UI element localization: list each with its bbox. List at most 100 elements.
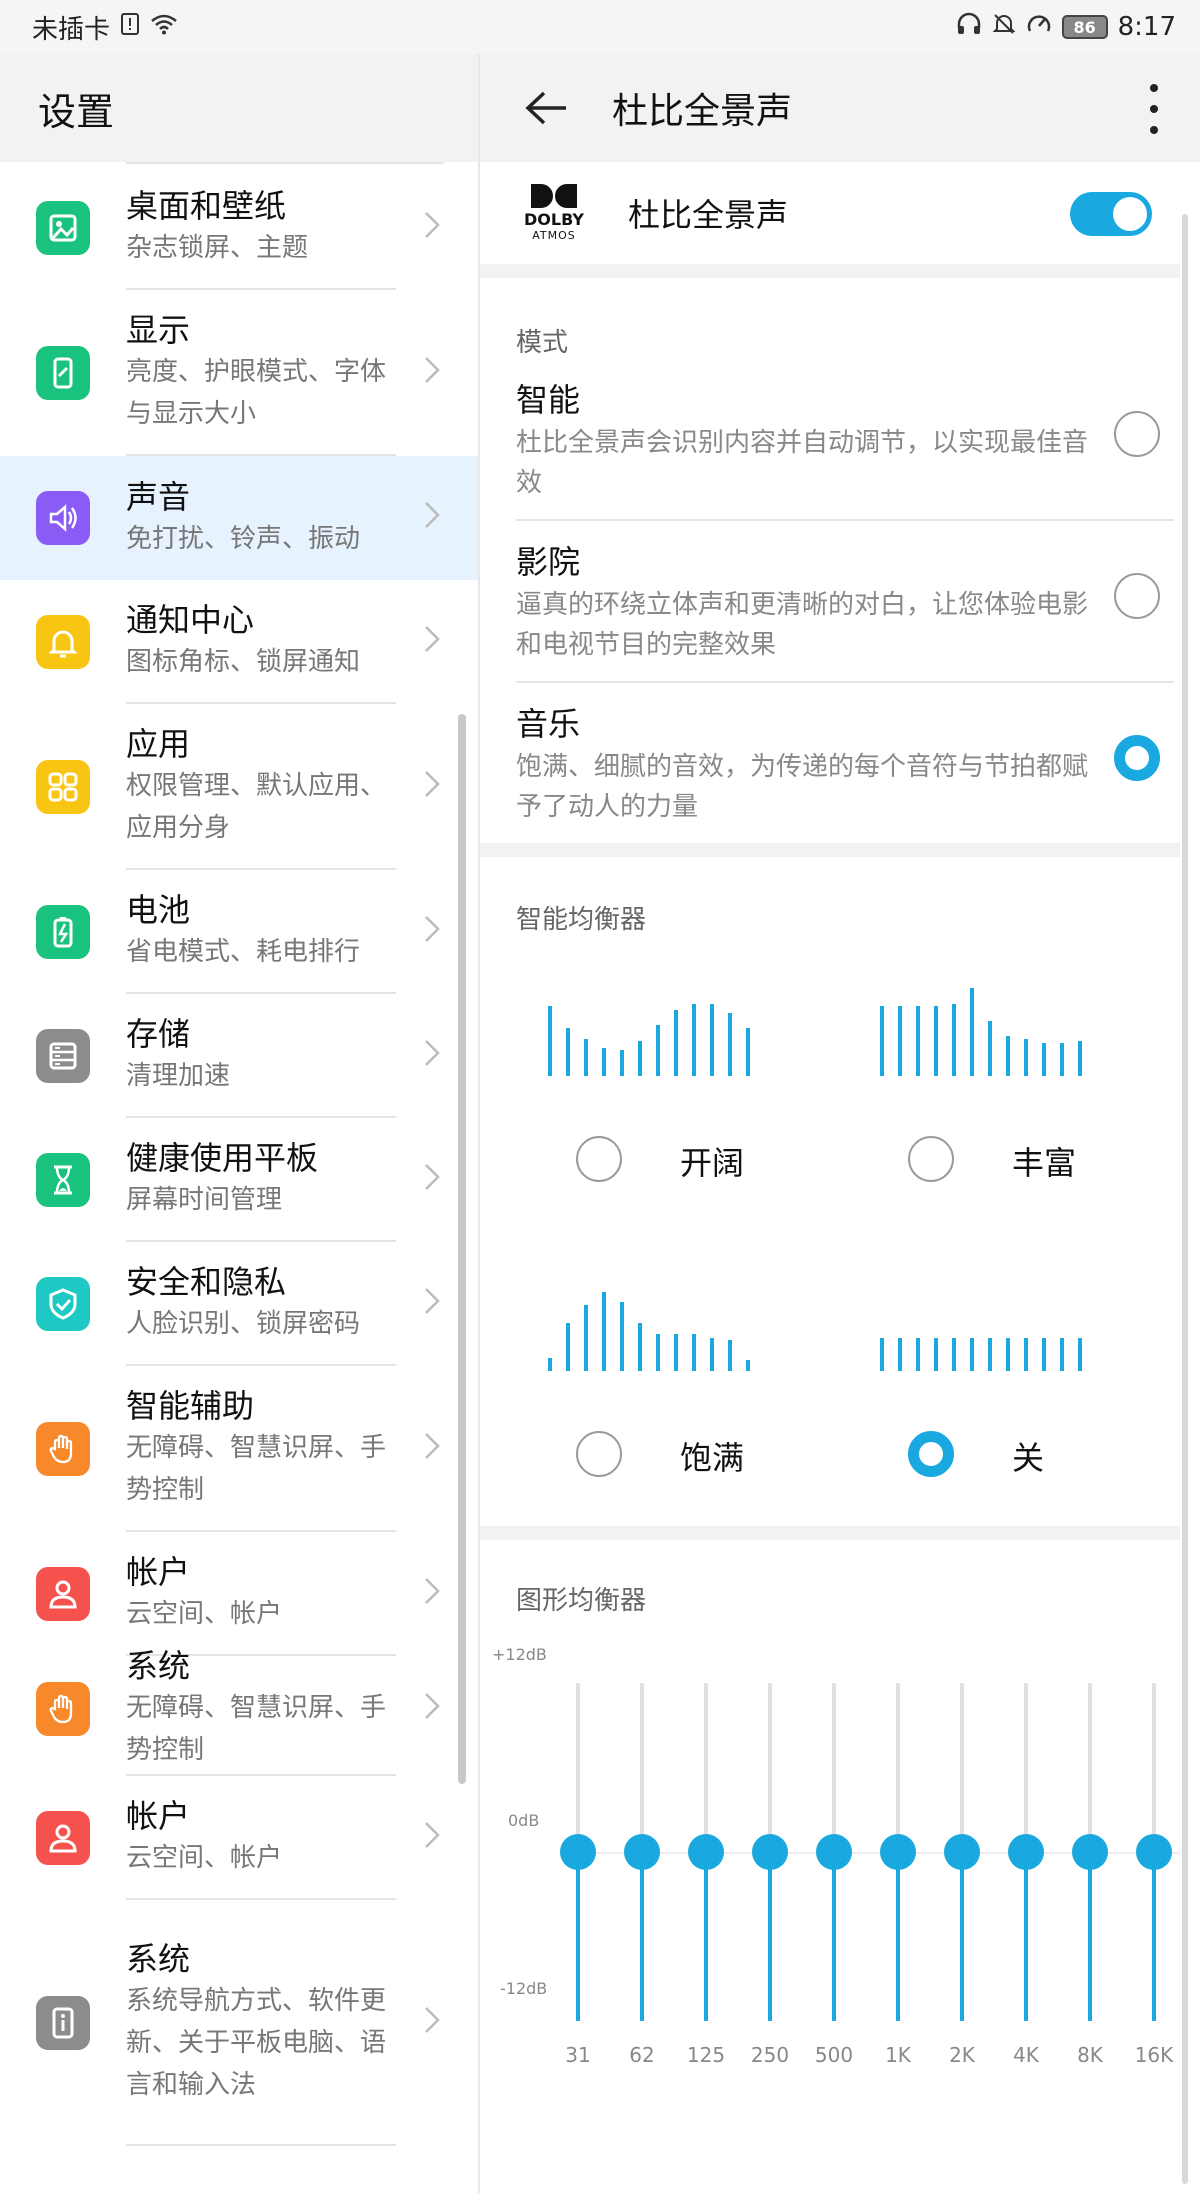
battery-icon [36,905,90,959]
page-title: 杜比全景声 [612,91,793,132]
eq-band-fill [960,1852,964,2021]
eq-preset-graph [880,1281,1160,1371]
settings-scrollbar[interactable] [458,714,466,1784]
eq-band-label: 62 [629,2043,655,2067]
chevron-right-icon [424,1574,440,1614]
mode-option-2[interactable]: 音乐 饱满、细腻的音效，为传递的每个音符与节拍都赋予了动人的力量 [480,683,1200,837]
eq-band-slider-1K[interactable] [880,1834,916,1870]
eq-band-slider-8K[interactable] [1072,1834,1108,1870]
eq-preset-radio[interactable] [908,1136,954,1182]
eq-band-slider-2K[interactable] [944,1834,980,1870]
dolby-switch-row[interactable]: DOLBY ATMOS 杜比全景声 [480,162,1200,264]
eq-preset-bar [970,988,974,1076]
eq-preset-bar [620,1302,624,1371]
eq-band-slider-62[interactable] [624,1834,660,1870]
dolby-pane: 杜比全景声 DOLBY ATMOS 杜比全景声 模式 智能 杜比全景声会识别内容并… [480,54,1200,2193]
eq-band-slider-125[interactable] [688,1834,724,1870]
eq-band-label: 250 [750,2043,790,2067]
eq-preset-bar [602,1292,606,1371]
chevron-right-icon [424,208,440,248]
eq-preset-bar [1042,1338,1046,1371]
eq-preset-label: 饱满 [680,1439,745,1477]
settings-item-title: 桌面和壁纸 [126,187,287,225]
settings-item-0[interactable]: 桌面和壁纸 杂志锁屏、主题 [0,166,478,290]
dolby-header: 杜比全景声 [480,54,1200,162]
settings-item-subtitle: 人脸识别、锁屏密码 [126,1309,361,1339]
mode-title: 影院 [516,543,581,581]
eq-preset-bar [898,1338,902,1371]
eq-preset-3[interactable]: 关 [880,1281,1160,1477]
eq-preset-label: 关 [1012,1439,1045,1477]
chevron-right-icon [424,1160,440,1200]
eq-preset-2[interactable]: 饱满 [548,1281,828,1477]
settings-item-subtitle: 云空间、帐户 [126,1599,283,1629]
mode-description: 杜比全景声会识别内容并自动调节，以实现最佳音效 [516,428,1089,498]
mode-radio[interactable] [1114,573,1160,619]
eq-preset-bar [1006,1036,1010,1076]
eq-preset-label: 开阔 [680,1144,745,1182]
eq-band-fill [640,1852,644,2021]
settings-item-subtitle: 无障碍、智慧识屏、手势控制 [126,1693,387,1765]
settings-item-subtitle: 无障碍、智慧识屏、手势控制 [126,1433,387,1505]
mode-option-1[interactable]: 影院 逼真的环绕立体声和更清晰的对白，让您体验电影和电视节目的完整效果 [480,521,1200,683]
eq-preset-radio[interactable] [908,1431,954,1477]
mode-description: 饱满、细腻的音效，为传递的每个音符与节拍都赋予了动人的力量 [516,752,1089,822]
mode-radio[interactable] [1114,411,1160,457]
eq-band-slider-31[interactable] [560,1834,596,1870]
eq-preset-bar [620,1050,624,1076]
status-bar: 未插卡 86 8:17 [0,0,1200,54]
settings-item-subtitle: 图标角标、锁屏通知 [126,647,361,677]
sound-icon [36,491,90,545]
eq-band-slider-500[interactable] [816,1834,852,1870]
eq-preset-1[interactable]: 丰富 [880,986,1160,1182]
settings-item-9[interactable]: 智能辅助 无障碍、智慧识屏、手势控制 [0,1366,478,1532]
arrow-left-icon [525,91,566,125]
settings-item-2[interactable]: 声音 免打扰、铃声、振动 [0,456,478,580]
settings-item-8[interactable]: 安全和隐私 人脸识别、锁屏密码 [0,1242,478,1366]
chevron-right-icon [424,498,440,538]
chevron-right-icon [424,622,440,662]
eq-band-slider-4K[interactable] [1008,1834,1044,1870]
settings-item-subtitle: 免打扰、铃声、振动 [126,524,361,554]
dolby-toggle[interactable] [1070,192,1152,236]
dolby-scrollbar[interactable] [1182,214,1188,2184]
back-button[interactable] [516,78,576,138]
eq-preset-bar [710,1338,714,1371]
eq-preset-bar [952,1004,956,1076]
eq-preset-bar [638,1323,642,1371]
mode-option-0[interactable]: 智能 杜比全景声会识别内容并自动调节，以实现最佳音效 [480,377,1200,521]
eq-preset-bar [674,1334,678,1371]
carrier-text: 未插卡 [32,14,111,45]
eq-preset-bar [602,1048,606,1076]
db-bottom-label: -12dB [500,1979,548,1998]
eq-preset-bar [1060,1043,1064,1076]
settings-item-subtitle: 省电模式、耗电排行 [126,937,361,967]
eq-band-slider-16K[interactable] [1136,1834,1172,1870]
more-options-button[interactable] [1144,84,1164,134]
settings-item-10[interactable]: 帐户 云空间、帐户 [0,1532,478,1656]
eq-preset-radio[interactable] [576,1431,622,1477]
settings-item-5[interactable]: 电池 省电模式、耗电排行 [0,870,478,994]
eq-band-fill [896,1852,900,2021]
bell-icon [36,615,90,669]
eq-preset-bar [566,1323,570,1371]
mode-radio[interactable] [1114,735,1160,781]
eq-preset-bar [728,1013,732,1076]
eq-preset-bar [638,1041,642,1076]
settings-item-6[interactable]: 存储 清理加速 [0,994,478,1118]
eq-band-slider-250[interactable] [752,1834,788,1870]
settings-item-12[interactable]: 帐户 云空间、帐户 [0,1776,478,1900]
eq-preset-0[interactable]: 开阔 [548,986,828,1182]
settings-item-13[interactable]: 系统 系统导航方式、软件更新、关于平板电脑、语言和输入法 [0,1900,478,2146]
settings-item-1[interactable]: 显示 亮度、护眼模式、字体与显示大小 [0,290,478,456]
eq-preset-label: 丰富 [1012,1144,1077,1182]
wifi-icon [150,13,178,41]
chevron-right-icon [424,353,440,393]
eq-preset-bar [934,1338,938,1371]
settings-item-11[interactable]: 系统 无障碍、智慧识屏、手势控制 [0,1642,478,1776]
eq-band-label: 31 [565,2043,591,2067]
settings-item-3[interactable]: 通知中心 图标角标、锁屏通知 [0,580,478,704]
settings-item-4[interactable]: 应用 权限管理、默认应用、应用分身 [0,704,478,870]
eq-preset-radio[interactable] [576,1136,622,1182]
settings-item-7[interactable]: 健康使用平板 屏幕时间管理 [0,1118,478,1242]
